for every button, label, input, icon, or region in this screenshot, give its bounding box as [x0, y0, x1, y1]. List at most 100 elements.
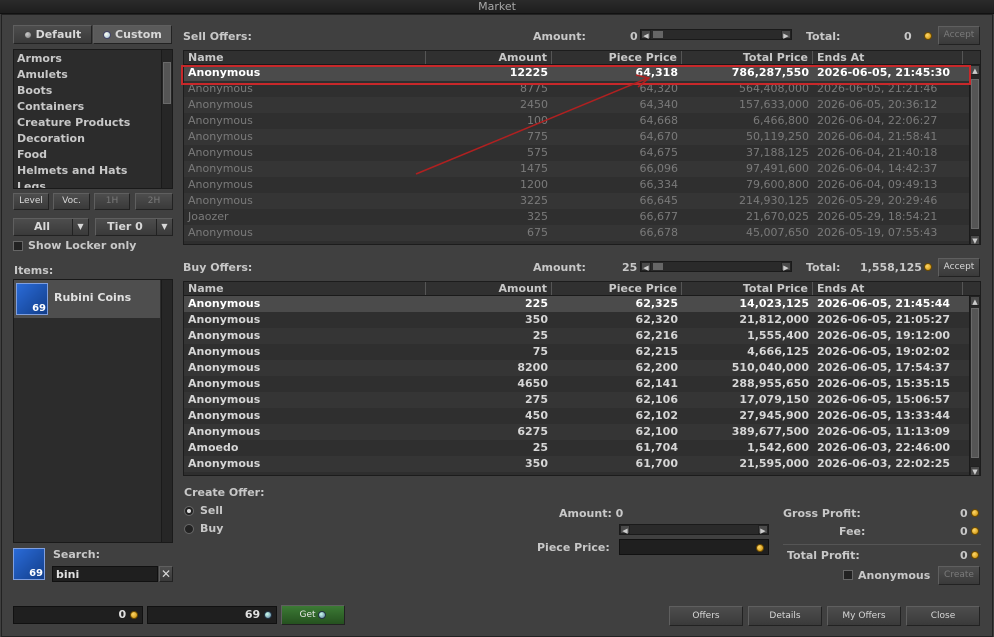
two-hand-filter-button[interactable]: 2H	[135, 193, 173, 210]
slider-thumb[interactable]	[653, 31, 663, 38]
column-header[interactable]: Amount	[426, 51, 552, 64]
one-hand-filter-button[interactable]: 1H	[94, 193, 130, 210]
sell-scroll-thumb[interactable]	[971, 79, 979, 229]
buy-amount-slider[interactable]: ◀ ▶	[640, 261, 792, 272]
tier-dropdown[interactable]: Tier 0 ▼	[95, 218, 173, 236]
table-cell: Anonymous	[188, 313, 261, 326]
piece-price-input[interactable]	[619, 539, 769, 555]
table-row[interactable]: Anonymous 225 62,325 14,023,125 2026-06-05, …	[184, 296, 980, 312]
clear-search-button[interactable]: ✕	[159, 566, 173, 582]
table-cell: 62,215	[635, 345, 678, 358]
table-row[interactable]: Anonymous 350 61,700 21,595,000 2026-06-03, …	[184, 456, 980, 472]
tab-custom[interactable]: Custom	[93, 25, 172, 44]
table-row[interactable]: Anonymous 450 62,102 27,945,900 2026-06-05, …	[184, 408, 980, 424]
table-row[interactable]: Anonymous 4650 62,141 288,955,650 2026-06-05…	[184, 376, 980, 392]
sell-table-scrollbar[interactable]: ▲ ▼	[969, 65, 980, 244]
buy-total-value: 1,558,125	[860, 261, 922, 274]
sell-amount-slider[interactable]: ◀ ▶	[640, 29, 792, 40]
table-row[interactable]: Anonymous 3225 66,645 214,930,125 2026-05-29…	[184, 193, 980, 209]
category-scroll-thumb[interactable]	[163, 62, 171, 104]
slider-thumb[interactable]	[653, 263, 663, 270]
table-row[interactable]: Joaozer 325 66,677 21,670,025 2026-05-29, 18…	[184, 209, 980, 225]
coin-balance-value: 69	[244, 608, 261, 621]
column-header[interactable]: Ends At	[813, 51, 963, 64]
items-scrollbar[interactable]	[161, 280, 172, 542]
table-cell: 37,188,125	[746, 146, 809, 159]
arrow-right-icon[interactable]: ▶	[781, 30, 791, 40]
show-locker-checkbox[interactable]	[13, 241, 23, 251]
column-header[interactable]: Total Price	[682, 282, 813, 295]
category-item[interactable]: Helmets and Hats	[14, 163, 172, 179]
category-item[interactable]: Containers	[14, 99, 172, 115]
category-item[interactable]: Decoration	[14, 131, 172, 147]
buy-accept-button[interactable]: Accept	[938, 258, 980, 277]
details-button[interactable]: Details	[748, 606, 822, 626]
arrow-up-icon[interactable]: ▲	[970, 65, 980, 75]
category-item[interactable]: Amulets	[14, 67, 172, 83]
arrow-right-icon[interactable]: ▶	[781, 262, 791, 272]
table-row[interactable]: Anonymous 675 66,678 45,007,650 2026-05-19, …	[184, 225, 980, 241]
arrow-down-icon[interactable]: ▼	[970, 466, 980, 475]
table-cell: Anonymous	[188, 98, 253, 111]
create-amount-slider[interactable]: ◀ ▶	[619, 524, 769, 535]
category-scrollbar[interactable]	[161, 50, 172, 188]
arrow-right-icon[interactable]: ▶	[758, 525, 768, 535]
level-filter-button[interactable]: Level	[13, 193, 49, 210]
sell-radio[interactable]	[184, 506, 194, 516]
arrow-up-icon[interactable]: ▲	[970, 296, 980, 306]
list-item[interactable]: 69 Rubini Coins	[14, 280, 160, 318]
table-cell: 350	[525, 313, 548, 326]
table-row[interactable]: Anonymous 6275 62,100 389,677,500 2026-06-05…	[184, 424, 980, 440]
sell-accept-button[interactable]: Accept	[938, 26, 980, 45]
my-offers-button[interactable]: My Offers	[827, 606, 901, 626]
column-header[interactable]: Piece Price	[552, 282, 682, 295]
table-cell: 6,466,800	[753, 114, 809, 127]
arrow-left-icon[interactable]: ◀	[620, 525, 630, 535]
column-header[interactable]: Name	[184, 282, 426, 295]
column-header[interactable]: Piece Price	[552, 51, 682, 64]
column-header[interactable]: Ends At	[813, 282, 963, 295]
column-header[interactable]: Total Price	[682, 51, 813, 64]
search-input[interactable]: bini	[52, 566, 158, 582]
item-count: 69	[32, 303, 46, 314]
table-row[interactable]: Amoedo 25 61,704 1,542,600 2026-06-03, 22:46…	[184, 440, 980, 456]
buy-radio[interactable]	[184, 524, 194, 534]
category-item[interactable]: Legs	[14, 179, 172, 188]
vocation-filter-button[interactable]: Voc.	[53, 193, 90, 210]
table-cell: 62,216	[635, 329, 678, 342]
create-offer-button[interactable]: Create	[938, 566, 980, 585]
item-name: Rubini Coins	[54, 291, 132, 304]
buy-table-scrollbar[interactable]: ▲ ▼	[969, 296, 980, 475]
category-item[interactable]: Armors	[14, 51, 172, 67]
table-row[interactable]: Anonymous 8200 62,200 510,040,000 2026-06-05…	[184, 360, 980, 376]
category-item[interactable]: Boots	[14, 83, 172, 99]
category-item[interactable]: Creature Products	[14, 115, 172, 131]
buy-table-header: Name Amount Piece Price Total Price Ends At	[184, 282, 980, 296]
table-cell: 2026-06-03, 22:46:00	[817, 441, 951, 454]
table-cell: 62,200	[635, 361, 678, 374]
offers-button[interactable]: Offers	[669, 606, 743, 626]
column-header[interactable]: Amount	[426, 282, 552, 295]
arrow-down-icon[interactable]: ▼	[970, 235, 980, 244]
tier-dropdown-value: Tier 0	[107, 220, 143, 233]
get-coins-button[interactable]: Get	[281, 605, 345, 625]
gold-coin-icon	[924, 32, 932, 40]
tab-default[interactable]: Default	[13, 25, 92, 44]
close-button[interactable]: Close	[906, 606, 980, 626]
divider	[783, 544, 981, 545]
buy-scroll-thumb[interactable]	[971, 308, 979, 458]
category-item[interactable]: Food	[14, 147, 172, 163]
table-cell: 14,023,125	[739, 297, 809, 310]
table-row[interactable]: Anonymous 75 62,215 4,666,125 2026-06-05, 19…	[184, 344, 980, 360]
sell-table-header: Name Amount Piece Price Total Price Ends At	[184, 51, 980, 65]
arrow-left-icon[interactable]: ◀	[641, 30, 651, 40]
table-cell: 62,325	[635, 297, 678, 310]
all-dropdown[interactable]: All ▼	[13, 218, 89, 236]
arrow-left-icon[interactable]: ◀	[641, 262, 651, 272]
table-row[interactable]: Anonymous 25 62,216 1,555,400 2026-06-05, 19…	[184, 328, 980, 344]
table-row[interactable]: Anonymous 275 62,106 17,079,150 2026-06-05, …	[184, 392, 980, 408]
table-cell: 2026-06-05, 17:54:37	[817, 361, 951, 374]
anonymous-checkbox[interactable]	[843, 570, 853, 580]
column-header[interactable]: Name	[184, 51, 426, 64]
table-row[interactable]: Anonymous 350 62,320 21,812,000 2026-06-05, …	[184, 312, 980, 328]
